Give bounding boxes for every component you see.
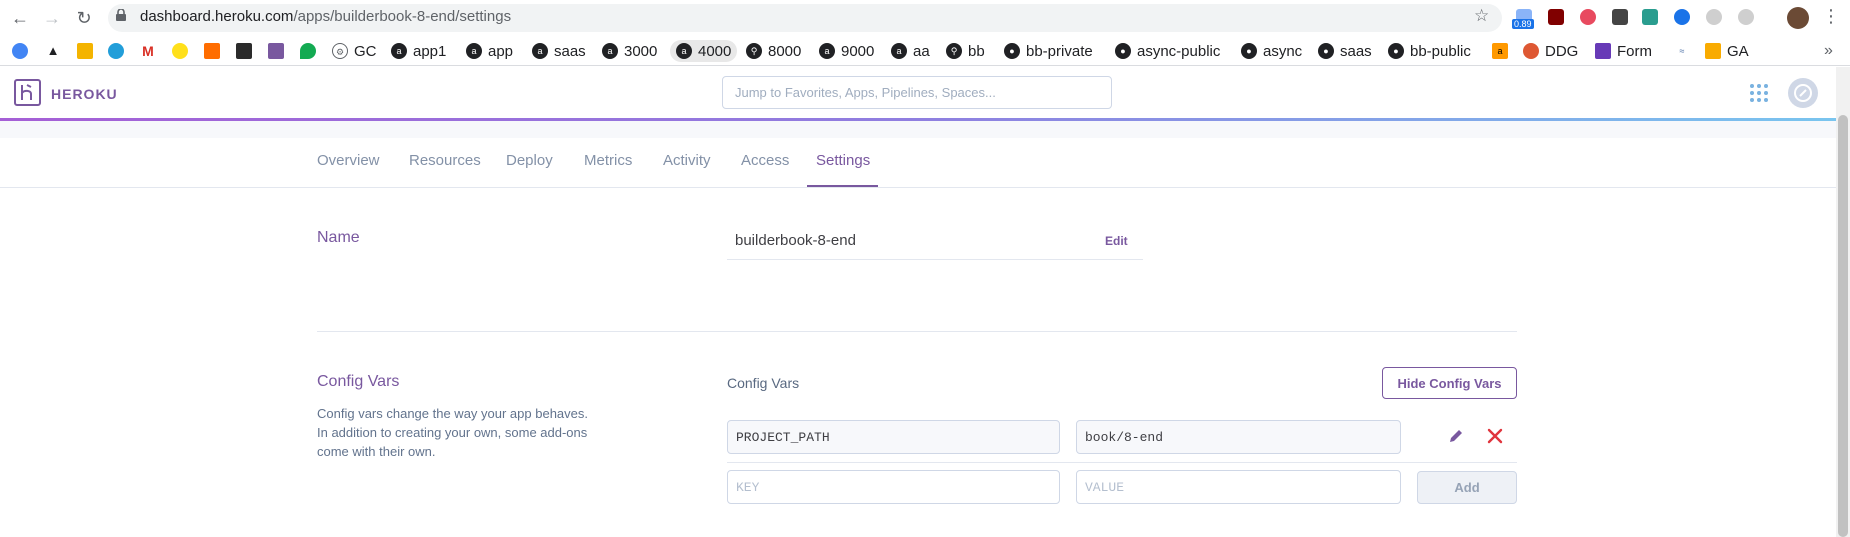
new-config-value-input[interactable] [1076, 470, 1401, 504]
config-var-value-field[interactable] [1076, 420, 1401, 454]
extension-badge: 0.89 [1512, 19, 1534, 29]
tab-overview[interactable]: Overview [317, 152, 380, 169]
reload-icon[interactable]: ↻ [72, 6, 96, 30]
tab-settings[interactable]: Settings [816, 152, 870, 169]
bookmark-async[interactable]: ● async [1241, 42, 1302, 60]
bookmark-saas[interactable]: a saas [532, 42, 586, 60]
github-icon: ● [1004, 43, 1020, 59]
tab-access[interactable]: Access [741, 152, 789, 169]
bookmark-app1[interactable]: a app1 [391, 42, 446, 60]
hide-config-vars-button[interactable]: Hide Config Vars [1382, 367, 1517, 399]
bookmark-bb[interactable]: ⚲ bb [946, 42, 985, 60]
bookmark-icon-only[interactable]: M [140, 42, 162, 60]
config-vars-section-title: Config Vars [317, 373, 400, 390]
add-config-var-button[interactable]: Add [1417, 471, 1517, 504]
app-header: HEROKU [0, 67, 1850, 119]
bookmarks-overflow-icon[interactable]: » [1824, 42, 1833, 60]
ublock-icon[interactable] [1548, 9, 1564, 25]
github-icon: ● [1318, 43, 1334, 59]
github-icon: ● [1115, 43, 1131, 59]
bookmark-8000[interactable]: ⚲ 8000 [746, 42, 801, 60]
extension-icon[interactable] [1738, 9, 1754, 25]
bookmark-4000[interactable]: a 4000 [670, 40, 738, 62]
bookmark-bb-private[interactable]: ● bb-private [1004, 42, 1093, 60]
forward-icon[interactable]: → [40, 6, 64, 30]
bookmark-icon-only[interactable] [12, 42, 34, 60]
bookmark-aa[interactable]: a aa [891, 42, 930, 60]
browser-toolbar: ← → ↻ dashboard.heroku.com/apps/builderb… [0, 0, 1850, 36]
header-subbar [0, 121, 1850, 138]
bookmark-app[interactable]: a app [466, 42, 513, 60]
bookmark-icon-only[interactable]: ▲ [45, 42, 67, 60]
s-extension-icon[interactable] [1642, 9, 1658, 25]
bookmark-3000[interactable]: a 3000 [602, 42, 657, 60]
app-tabs: Overview Resources Deploy Metrics Activi… [0, 138, 1850, 188]
bookmark-ga[interactable]: GA [1705, 42, 1749, 60]
bookmarks-bar: ▲ M ⚙ GC a app1 a app a saas a 3000 a 4000 ⚲ 80… [0, 36, 1850, 66]
section-divider [317, 331, 1517, 332]
active-tab-indicator [807, 185, 878, 187]
jump-search-input[interactable] [722, 76, 1112, 109]
bookmark-star-icon[interactable]: ☆ [1474, 6, 1489, 26]
github-icon: ● [1241, 43, 1257, 59]
heroku-logo-icon[interactable] [14, 79, 41, 106]
browser-menu-icon[interactable]: ⋮ [1822, 6, 1840, 27]
bookmark-icon-only[interactable] [236, 42, 258, 60]
bookmark-gc[interactable]: ⚙ GC [332, 42, 377, 60]
config-var-key-field[interactable] [727, 420, 1060, 454]
tab-resources[interactable]: Resources [409, 152, 481, 169]
shield-extension-icon[interactable] [1580, 9, 1596, 25]
apps-grid-icon[interactable] [1750, 84, 1768, 102]
bookmark-saas-github[interactable]: ● saas [1318, 42, 1372, 60]
bookmark-form[interactable]: Form [1595, 42, 1652, 60]
heroku-wordmark[interactable]: HEROKU [51, 86, 118, 102]
tab-metrics[interactable]: Metrics [584, 152, 632, 169]
edit-name-button[interactable]: Edit [1105, 234, 1128, 248]
config-row-divider [727, 462, 1517, 463]
config-vars-description: Config vars change the way your app beha… [317, 406, 589, 459]
user-avatar[interactable] [1788, 78, 1818, 108]
tab-deploy[interactable]: Deploy [506, 152, 553, 169]
app-name-value: builderbook-8-end [735, 232, 856, 249]
bookmark-async-public[interactable]: ● async-public [1115, 42, 1220, 60]
url-text[interactable]: dashboard.heroku.com/apps/builderbook-8-… [140, 8, 511, 25]
bookmark-bb-public[interactable]: ● bb-public [1388, 42, 1471, 60]
name-section-title: Name [317, 229, 360, 246]
page-scrollbar-thumb[interactable] [1838, 115, 1848, 537]
name-underline [727, 259, 1143, 260]
config-vars-label: Config Vars [727, 375, 800, 391]
new-config-key-input[interactable] [727, 470, 1060, 504]
extension-icon[interactable] [1612, 9, 1628, 25]
lock-icon [116, 9, 126, 21]
bookmark-icon-only[interactable] [172, 42, 194, 60]
bookmark-icon-only[interactable]: a [1492, 42, 1514, 60]
bookmark-icon-only[interactable] [77, 42, 99, 60]
bookmark-ddg[interactable]: DDG [1523, 42, 1578, 60]
bookmark-icon-only[interactable]: ≈ [1674, 42, 1696, 60]
bookmark-icon-only[interactable] [300, 42, 322, 60]
close-icon[interactable] [1486, 427, 1504, 445]
bookmark-9000[interactable]: a 9000 [819, 42, 874, 60]
bookmark-icon-only[interactable] [108, 42, 130, 60]
bookmark-icon-only[interactable] [268, 42, 290, 60]
password-manager-icon[interactable] [1674, 9, 1690, 25]
tab-activity[interactable]: Activity [663, 152, 711, 169]
github-icon: ● [1388, 43, 1404, 59]
back-icon[interactable]: ← [8, 6, 32, 30]
extension-icon[interactable] [1706, 9, 1722, 25]
profile-avatar[interactable] [1787, 7, 1809, 29]
pencil-icon[interactable] [1447, 427, 1465, 445]
bookmark-icon-only[interactable] [204, 42, 226, 60]
